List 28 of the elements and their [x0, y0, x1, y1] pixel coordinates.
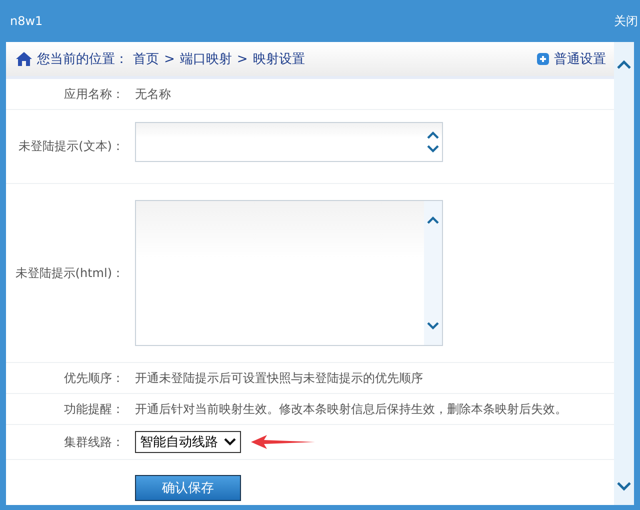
scroll-up-icon[interactable]: [427, 216, 439, 224]
field-label: 未登陆提示(文本)：: [18, 138, 125, 155]
route-dropdown[interactable]: 智能自动线路: [135, 431, 241, 453]
breadcrumb-link[interactable]: 映射设置: [252, 50, 305, 68]
breadcrumb-separator: >: [164, 52, 175, 66]
plus-icon: [537, 53, 549, 65]
field-label: 集群线路：: [63, 434, 125, 450]
home-icon: [16, 52, 32, 66]
breadcrumb-separator: >: [236, 52, 248, 66]
breadcrumb-link[interactable]: 端口映射: [180, 50, 232, 68]
scroll-up-icon[interactable]: [617, 60, 631, 69]
caret-icon: [224, 438, 236, 446]
settings-link[interactable]: 普通设置: [554, 50, 606, 68]
window-title: n8w1: [9, 14, 43, 28]
scroll-down-icon[interactable]: [427, 322, 439, 330]
field-value: 开通后针对当前映射生效。修改本条映射信息后保持生效，删除本条映射后失效。: [135, 400, 567, 418]
field-label: 功能提醒：: [63, 400, 125, 418]
scroll-down-icon[interactable]: [617, 482, 631, 491]
save-button[interactable]: 确认保存: [135, 475, 241, 501]
scroll-down-icon[interactable]: [427, 144, 439, 152]
field-label: 优先顺序：: [63, 370, 125, 386]
field-value: 无名称: [135, 86, 171, 102]
scroll-up-icon[interactable]: [427, 130, 439, 138]
breadcrumb-label: 您当前的位置：: [37, 51, 128, 68]
breadcrumb-link[interactable]: 首页: [133, 50, 159, 68]
field-value: 开通未登陆提示后可设置快照与未登陆提示的优先顺序: [135, 370, 423, 386]
field-label: 应用名称：: [63, 86, 125, 102]
field-label: 未登陆提示(html)：: [14, 264, 125, 282]
